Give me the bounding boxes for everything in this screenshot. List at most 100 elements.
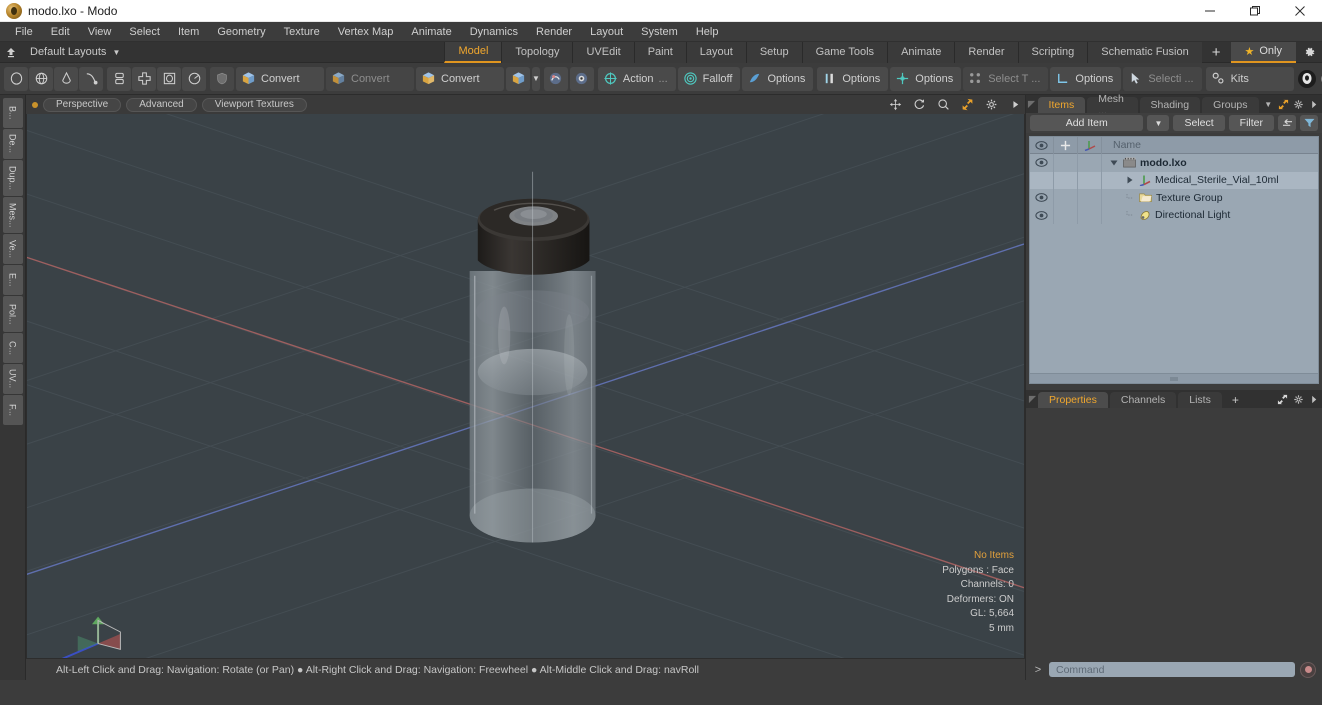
options-button-1[interactable]: Options [742,66,814,91]
items-filter-button[interactable]: Filter [1228,115,1274,131]
item-tree-resize-handle[interactable] [1030,373,1318,383]
lock-toggle-cell[interactable] [1054,206,1078,224]
gear-icon[interactable] [1290,390,1306,408]
modo-badge-icon[interactable] [1296,68,1318,90]
mesh-sculpt-icon[interactable] [569,66,594,91]
items-select-button[interactable]: Select [1173,115,1225,131]
disclosure-closed-icon[interactable] [1124,176,1135,184]
command-input[interactable]: Command [1049,662,1295,677]
pen-curve-icon[interactable] [79,66,103,91]
layout-tab-game-tools[interactable]: Game Tools [801,41,888,63]
options-button-2[interactable]: Options [817,66,889,91]
maximize-button[interactable] [1232,0,1277,22]
lock-toggle-cell[interactable] [1054,189,1078,207]
gear-icon[interactable] [982,95,1001,114]
item-tree[interactable]: Name modo.lxo Medical_Sterile_Vial_10ml Te… [1029,136,1319,384]
item-tree-row[interactable]: Directional Light [1030,206,1318,224]
visibility-toggle-icon[interactable] [1030,206,1054,224]
visibility-toggle-icon[interactable] [1030,189,1054,207]
convert-button-2[interactable]: Convert [326,66,414,91]
cylinder-icon[interactable] [4,66,28,91]
sync-selection-icon[interactable] [1278,115,1296,131]
left-tool-tab-2[interactable]: Dup... [2,160,23,196]
sphere-icon[interactable] [29,66,53,91]
mesh-paint-icon[interactable] [543,66,568,91]
menu-item-animate[interactable]: Animate [402,22,460,42]
items-tab-caret-icon[interactable]: ▼ [1261,95,1276,113]
gear-icon[interactable] [1291,95,1306,113]
gizmo-toggle-cell[interactable] [1078,206,1102,224]
disclosure-open-icon[interactable] [1108,159,1119,167]
menu-item-layout[interactable]: Layout [581,22,632,42]
left-tool-tab-0[interactable]: B... [2,98,23,128]
menu-item-edit[interactable]: Edit [42,22,79,42]
convert-button-3[interactable]: Convert [416,66,504,91]
gizmo-toggle-cell[interactable] [1078,154,1102,172]
visibility-toggle-icon[interactable] [1030,154,1054,172]
lock-toggle-cell[interactable] [1054,171,1078,189]
layout-tab-render[interactable]: Render [954,41,1018,63]
cube-tool-icon[interactable] [506,66,530,91]
items-tab-groups[interactable]: Groups [1202,97,1259,113]
items-tab-shading[interactable]: Shading [1139,97,1201,113]
menu-item-geometry[interactable]: Geometry [208,22,274,42]
layout-tab-schematic-fusion[interactable]: Schematic Fusion [1087,41,1202,63]
left-tool-tab-6[interactable]: Pol... [2,296,23,332]
properties-tab-lists[interactable]: Lists [1178,392,1222,408]
add-properties-tab-button[interactable]: + [1224,392,1247,408]
menu-item-select[interactable]: Select [120,22,169,42]
cone-icon[interactable] [54,66,78,91]
add-item-caret[interactable]: ▼ [1147,115,1170,131]
left-tool-tab-1[interactable]: De... [2,129,23,159]
add-item-button[interactable]: Add Item [1030,115,1144,131]
menu-item-file[interactable]: File [6,22,42,42]
menu-item-vertex-map[interactable]: Vertex Map [329,22,403,42]
select-through-button[interactable]: Select T ... [963,66,1049,91]
properties-tab-channels[interactable]: Channels [1109,392,1177,408]
viewport-textures-button[interactable]: Viewport Textures [201,97,307,112]
layout-tab-model[interactable]: Model [444,41,502,63]
kits-button[interactable]: Kits [1205,66,1294,91]
left-tool-tab-9[interactable]: F... [2,395,23,425]
gizmo-toggle-cell[interactable] [1078,189,1102,207]
options-button-4[interactable]: Options [1050,66,1122,91]
record-icon[interactable] [1300,661,1316,678]
left-tool-tab-7[interactable]: C... [2,333,23,363]
square-icon[interactable] [157,66,181,91]
cube-dropdown-caret[interactable]: ▼ [532,66,540,91]
layout-tab-topology[interactable]: Topology [501,41,573,63]
visibility-toggle-icon[interactable] [1030,171,1054,189]
left-tool-tab-5[interactable]: E... [2,265,23,295]
close-button[interactable] [1277,0,1322,22]
menu-item-help[interactable]: Help [687,22,728,42]
left-tool-tab-8[interactable]: UV... [2,364,23,394]
play-icon[interactable] [1006,95,1025,114]
menu-item-dynamics[interactable]: Dynamics [461,22,527,42]
layout-tab-paint[interactable]: Paint [633,41,686,63]
quarter-circle-icon[interactable] [182,66,206,91]
menu-item-system[interactable]: System [632,22,687,42]
panel-corner-icon[interactable] [1026,95,1038,113]
rotate-icon[interactable] [910,95,929,114]
lock-toggle-cell[interactable] [1054,154,1078,172]
menu-item-texture[interactable]: Texture [275,22,329,42]
default-layouts-dropdown[interactable]: Default Layouts ▼ [22,46,128,58]
expand-icon[interactable] [1274,390,1290,408]
minimize-button[interactable] [1187,0,1232,22]
properties-tab-properties[interactable]: Properties [1038,392,1108,408]
expand-icon[interactable] [1276,95,1291,113]
action-center-button[interactable]: Action ... [597,66,676,91]
convert-button-1[interactable]: Convert [236,66,324,91]
layout-tab-scripting[interactable]: Scripting [1017,41,1088,63]
layout-tab-animate[interactable]: Animate [887,41,955,63]
filter-funnel-icon[interactable] [1300,115,1318,131]
3d-viewport[interactable]: No Items Polygons : Face Channels: 0 Def… [26,114,1025,659]
gizmo-toggle-cell[interactable] [1078,171,1102,189]
fit-icon[interactable] [958,95,977,114]
menu-item-render[interactable]: Render [527,22,581,42]
options-button-3[interactable]: Options [890,66,962,91]
falloff-button[interactable]: Falloff [677,66,741,91]
item-tree-row[interactable]: Texture Group [1030,189,1318,207]
panel-corner-icon[interactable] [1026,390,1038,408]
chevron-right-icon[interactable] [1306,390,1322,408]
